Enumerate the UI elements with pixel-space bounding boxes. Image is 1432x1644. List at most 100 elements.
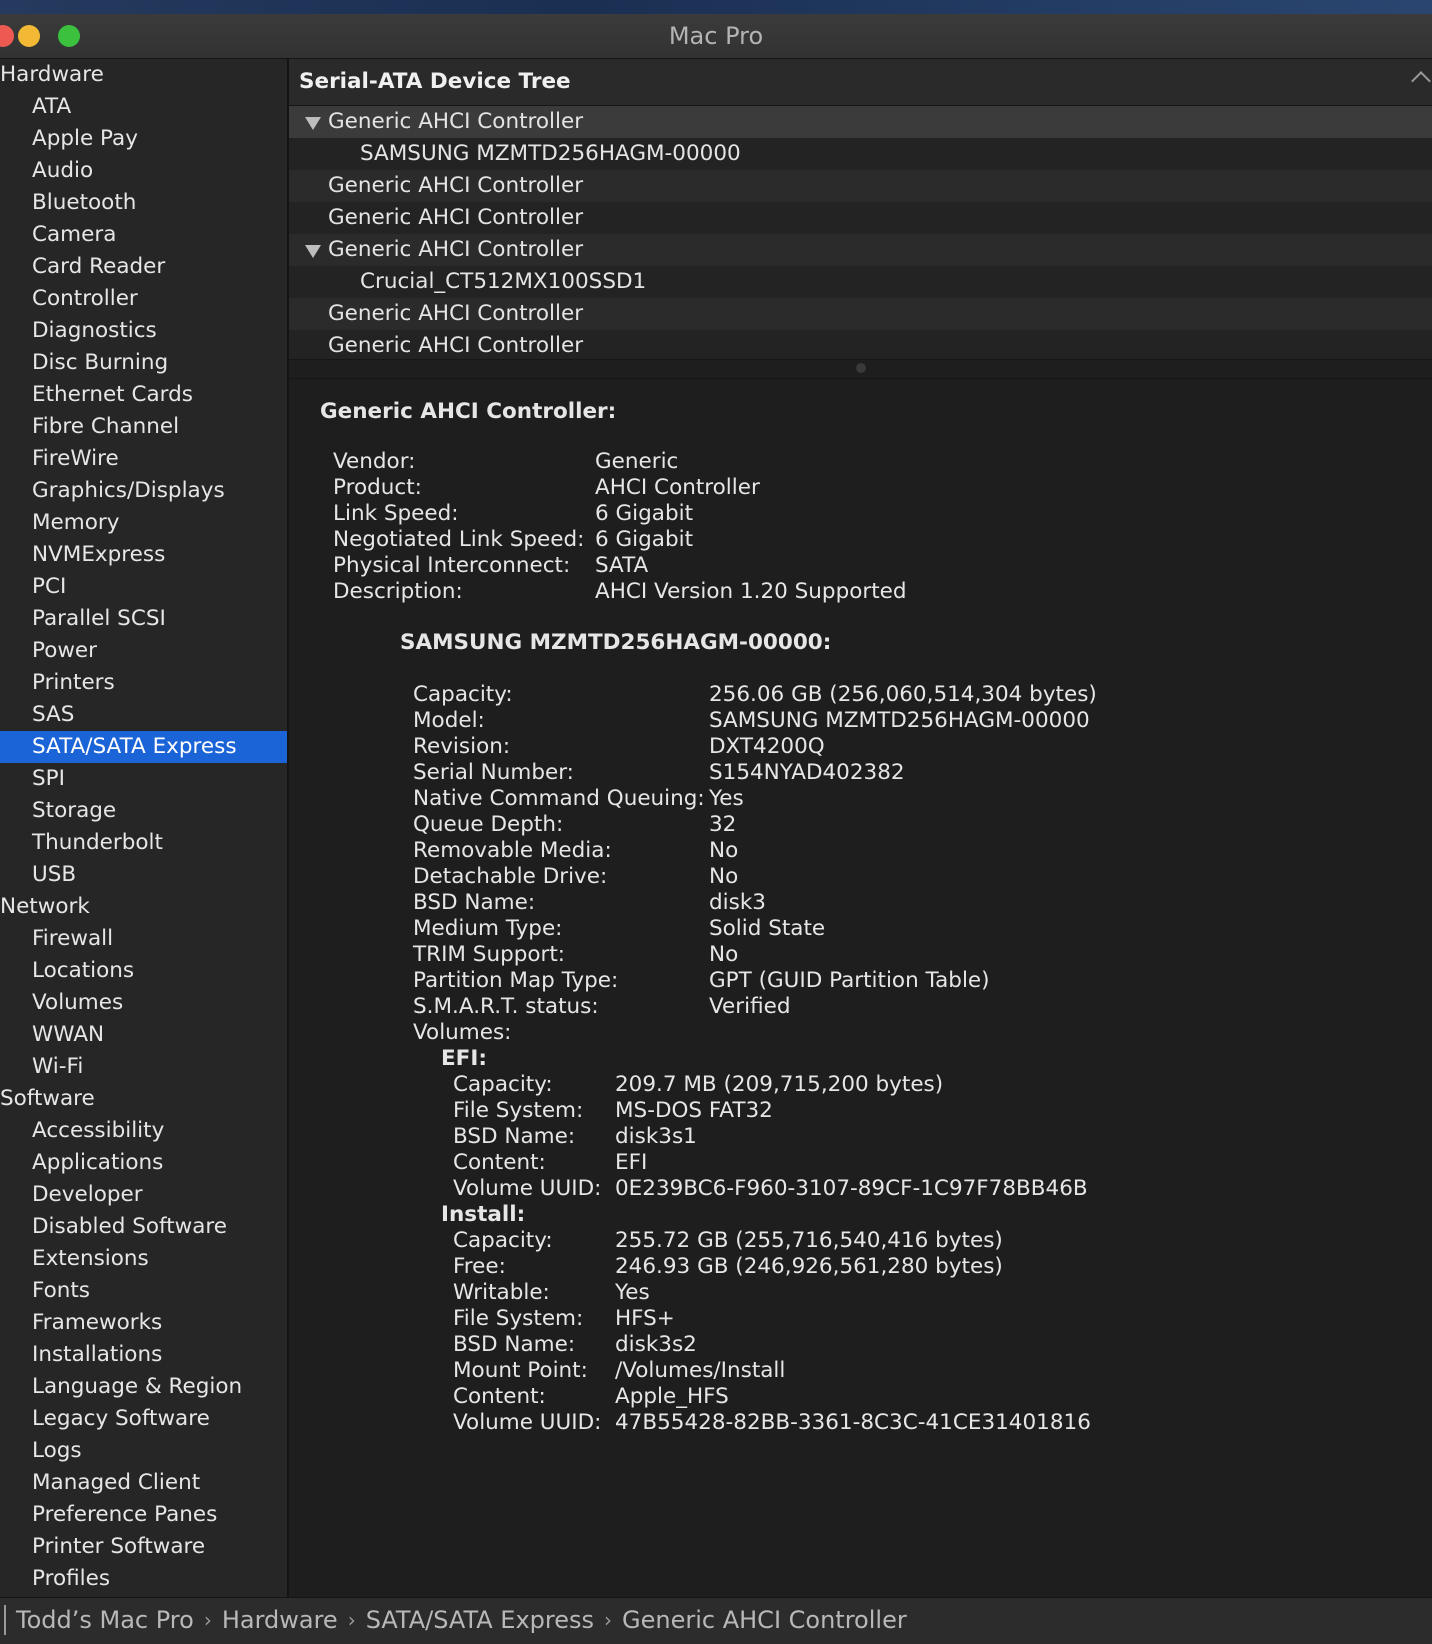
device-tree-title: Serial-ATA Device Tree	[299, 69, 571, 94]
sidebar-item-legacy-software[interactable]: Legacy Software	[0, 1403, 287, 1435]
sidebar-item-accessibility[interactable]: Accessibility	[0, 1115, 287, 1147]
property-row: Vendor: Generic	[333, 449, 1432, 475]
breadcrumb-item[interactable]: Generic AHCI Controller	[622, 1598, 907, 1642]
tree-row[interactable]: Generic AHCI Controller	[289, 170, 1432, 202]
sidebar-item-preference-panes[interactable]: Preference Panes	[0, 1499, 287, 1531]
split-view-divider[interactable]	[289, 359, 1432, 379]
sidebar-item-usb[interactable]: USB	[0, 859, 287, 891]
property-value: GPT (GUID Partition Table)	[709, 968, 990, 993]
sidebar-item-nvmexpress[interactable]: NVMExpress	[0, 539, 287, 571]
sidebar-item-fibre-channel[interactable]: Fibre Channel	[0, 411, 287, 443]
sidebar-group-network[interactable]: Network	[0, 891, 287, 923]
sidebar-item-language-region[interactable]: Language & Region	[0, 1371, 287, 1403]
property-row: Physical Interconnect: SATA	[333, 553, 1432, 579]
sidebar-item-parallel-scsi[interactable]: Parallel SCSI	[0, 603, 287, 635]
tree-row[interactable]: Generic AHCI Controller	[289, 106, 1432, 138]
sidebar-item-wwan[interactable]: WWAN	[0, 1019, 287, 1051]
property-row: Content: Apple_HFS	[453, 1384, 1432, 1410]
sidebar-item-applications[interactable]: Applications	[0, 1147, 287, 1179]
sidebar-item-thunderbolt[interactable]: Thunderbolt	[0, 827, 287, 859]
sidebar-group-software[interactable]: Software	[0, 1083, 287, 1115]
sidebar-item-apple-pay[interactable]: Apple Pay	[0, 123, 287, 155]
disclosure-triangle-icon[interactable]	[305, 245, 321, 258]
sidebar-item-power[interactable]: Power	[0, 635, 287, 667]
sidebar-item-memory[interactable]: Memory	[0, 507, 287, 539]
breadcrumb-item[interactable]: Hardware	[222, 1598, 338, 1642]
sidebar-item-logs[interactable]: Logs	[0, 1435, 287, 1467]
sidebar-group-hardware[interactable]: Hardware	[0, 59, 287, 91]
property-row: BSD Name: disk3s1	[453, 1124, 1432, 1150]
sidebar-item-frameworks[interactable]: Frameworks	[0, 1307, 287, 1339]
property-value: Generic	[595, 449, 679, 474]
tree-row-label: Generic AHCI Controller	[328, 173, 584, 198]
property-label: Volumes:	[413, 1020, 512, 1045]
property-row: Mount Point: /Volumes/Install	[453, 1358, 1432, 1384]
property-label: Detachable Drive:	[413, 864, 608, 889]
sidebar-item-extensions[interactable]: Extensions	[0, 1243, 287, 1275]
tree-row[interactable]: Generic AHCI Controller	[289, 298, 1432, 330]
sidebar-item-ethernet-cards[interactable]: Ethernet Cards	[0, 379, 287, 411]
chevron-up-icon[interactable]	[1411, 71, 1431, 91]
sidebar-item-developer[interactable]: Developer	[0, 1179, 287, 1211]
sidebar-item-wi-fi[interactable]: Wi-Fi	[0, 1051, 287, 1083]
property-row: File System: HFS+	[453, 1306, 1432, 1332]
tree-row[interactable]: Generic AHCI Controller	[289, 234, 1432, 266]
sidebar-item-firewire[interactable]: FireWire	[0, 443, 287, 475]
sidebar-item-card-reader[interactable]: Card Reader	[0, 251, 287, 283]
tree-row[interactable]: Generic AHCI Controller	[289, 202, 1432, 234]
tree-row[interactable]: SAMSUNG MZMTD256HAGM-00000	[289, 138, 1432, 170]
property-value: SATA	[595, 553, 649, 578]
sidebar-item-camera[interactable]: Camera	[0, 219, 287, 251]
sidebar-item-managed-client[interactable]: Managed Client	[0, 1467, 287, 1499]
sidebar-item-locations[interactable]: Locations	[0, 955, 287, 987]
property-label: BSD Name:	[453, 1332, 576, 1357]
sidebar-item-disabled-software[interactable]: Disabled Software	[0, 1211, 287, 1243]
sidebar-item-fonts[interactable]: Fonts	[0, 1275, 287, 1307]
device-tree-header[interactable]: Serial-ATA Device Tree	[289, 59, 1432, 106]
sidebar-item-pci[interactable]: PCI	[0, 571, 287, 603]
sidebar-item-ata[interactable]: ATA	[0, 91, 287, 123]
sidebar-item-diagnostics[interactable]: Diagnostics	[0, 315, 287, 347]
property-row: Free: 246.93 GB (246,926,561,280 bytes)	[453, 1254, 1432, 1280]
property-row: Description: AHCI Version 1.20 Supported	[333, 579, 1432, 605]
property-value: 0E239BC6-F960-3107-89CF-1C97F78BB46B	[615, 1176, 1088, 1201]
sidebar-item-audio[interactable]: Audio	[0, 155, 287, 187]
sidebar-item-spi[interactable]: SPI	[0, 763, 287, 795]
sidebar-item-sas[interactable]: SAS	[0, 699, 287, 731]
divider-handle-icon[interactable]	[856, 363, 866, 373]
property-value: 256.06 GB (256,060,514,304 bytes)	[709, 682, 1097, 707]
property-label: Negotiated Link Speed:	[333, 527, 585, 552]
property-row: Detachable Drive: No	[413, 864, 1432, 890]
sidebar[interactable]: Hardware ATA Apple Pay Audio Bluetooth Camera…	[0, 59, 289, 1597]
sidebar-item-graphics-displays[interactable]: Graphics/Displays	[0, 475, 287, 507]
chevron-right-icon: ›	[347, 1608, 356, 1632]
sidebar-item-printers[interactable]: Printers	[0, 667, 287, 699]
tree-row-label: SAMSUNG MZMTD256HAGM-00000	[360, 141, 741, 166]
sidebar-item-controller[interactable]: Controller	[0, 283, 287, 315]
tree-row[interactable]: Generic AHCI Controller	[289, 330, 1432, 359]
tree-row[interactable]: Crucial_CT512MX100SSD1	[289, 266, 1432, 298]
volume-title: EFI:	[441, 1046, 487, 1071]
sidebar-item-firewall[interactable]: Firewall	[0, 923, 287, 955]
property-row: Native Command Queuing: Yes	[413, 786, 1432, 812]
property-row: Writable: Yes	[453, 1280, 1432, 1306]
property-value: No	[709, 838, 739, 863]
sidebar-item-volumes[interactable]: Volumes	[0, 987, 287, 1019]
property-label: Volume UUID:	[453, 1410, 602, 1435]
sidebar-item-installations[interactable]: Installations	[0, 1339, 287, 1371]
property-row: TRIM Support: No	[413, 942, 1432, 968]
sidebar-item-profiles[interactable]: Profiles	[0, 1563, 287, 1595]
property-value: 255.72 GB (255,716,540,416 bytes)	[615, 1228, 1003, 1253]
sidebar-item-storage[interactable]: Storage	[0, 795, 287, 827]
sidebar-item-sata-sata-express[interactable]: SATA/SATA Express	[0, 731, 287, 763]
property-label: BSD Name:	[413, 890, 536, 915]
disclosure-triangle-icon[interactable]	[305, 117, 321, 130]
sidebar-item-bluetooth[interactable]: Bluetooth	[0, 187, 287, 219]
property-row: Capacity: 209.7 MB (209,715,200 bytes)	[453, 1072, 1432, 1098]
breadcrumb-item[interactable]: Todd’s Mac Pro	[16, 1598, 194, 1642]
breadcrumb-item[interactable]: SATA/SATA Express	[366, 1598, 594, 1642]
device-tree[interactable]: Generic AHCI Controller SAMSUNG MZMTD256H…	[289, 106, 1432, 359]
sidebar-item-printer-software[interactable]: Printer Software	[0, 1531, 287, 1563]
sidebar-item-disc-burning[interactable]: Disc Burning	[0, 347, 287, 379]
tree-row-label: Crucial_CT512MX100SSD1	[360, 269, 647, 294]
